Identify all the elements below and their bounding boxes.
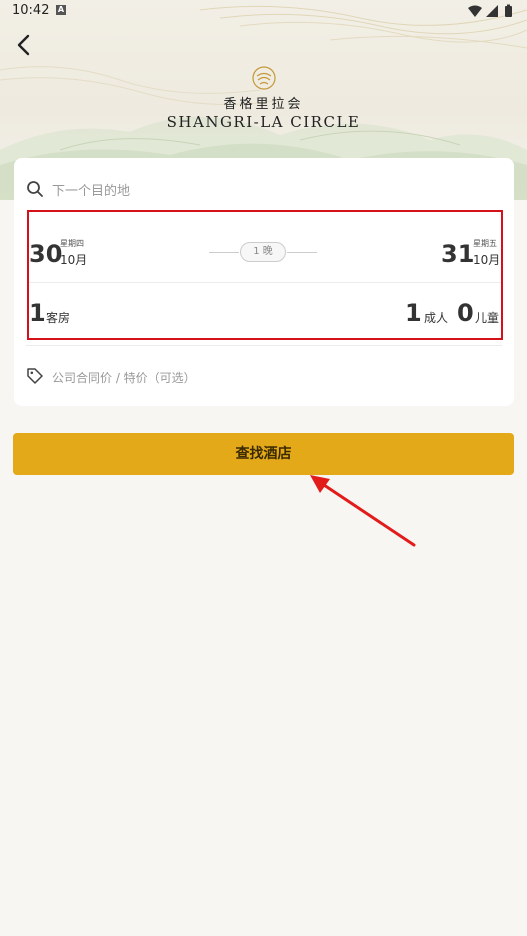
status-bar: 10:42 A xyxy=(0,0,527,22)
signal-icon xyxy=(486,5,498,17)
promo-code-field[interactable]: 公司合同价 / 特价（可选） xyxy=(14,358,514,394)
dates-guests-highlight: 30 星期四 10月 1 晚 31 星期五 10月 1 客房 1 成人 0 儿童 xyxy=(27,210,503,340)
status-time: 10:42 xyxy=(12,3,50,18)
back-arrow-icon[interactable] xyxy=(12,32,38,58)
adults-count: 1 xyxy=(405,299,422,327)
rooms-label: 客房 xyxy=(46,311,71,325)
adults-label: 成人 xyxy=(424,311,449,325)
nights-line-left xyxy=(209,252,239,253)
find-hotel-button[interactable]: 查找酒店 xyxy=(13,433,514,475)
divider xyxy=(26,345,502,346)
annotation-arrow-icon xyxy=(310,475,416,547)
battery-icon xyxy=(505,6,512,17)
search-icon xyxy=(27,181,43,197)
children-label: 儿童 xyxy=(475,311,500,325)
nights-badge: 1 晚 xyxy=(240,242,286,262)
rooms-guests-selector[interactable]: 1 客房 1 成人 0 儿童 xyxy=(29,292,501,332)
children-count: 0 xyxy=(457,299,474,327)
notification-icon: A xyxy=(56,5,66,15)
checkout-month: 10月 xyxy=(473,253,501,267)
shangri-la-emblem-icon xyxy=(251,66,276,90)
checkin-weekday: 星期四 xyxy=(60,239,84,248)
wifi-icon xyxy=(468,5,482,17)
checkin-day: 30 xyxy=(29,240,63,268)
tag-icon xyxy=(27,368,43,384)
date-selector[interactable]: 30 星期四 10月 1 晚 31 星期五 10月 xyxy=(29,222,501,282)
promo-placeholder: 公司合同价 / 特价（可选） xyxy=(52,371,196,385)
rooms-count: 1 xyxy=(29,299,46,327)
destination-search[interactable]: 下一个目的地 xyxy=(14,158,514,218)
nights-line-right xyxy=(287,252,317,253)
brand-logo: 香格里拉会 SHANGRI-LA CIRCLE xyxy=(0,65,527,131)
system-status-icons xyxy=(468,4,512,17)
brand-name-en: SHANGRI-LA CIRCLE xyxy=(166,113,361,131)
checkout-weekday: 星期五 xyxy=(473,239,497,248)
brand-name-cn: 香格里拉会 xyxy=(223,97,304,112)
checkout-day: 31 xyxy=(441,240,475,268)
divider xyxy=(29,282,501,283)
destination-placeholder: 下一个目的地 xyxy=(52,184,131,199)
checkin-month: 10月 xyxy=(60,253,88,267)
